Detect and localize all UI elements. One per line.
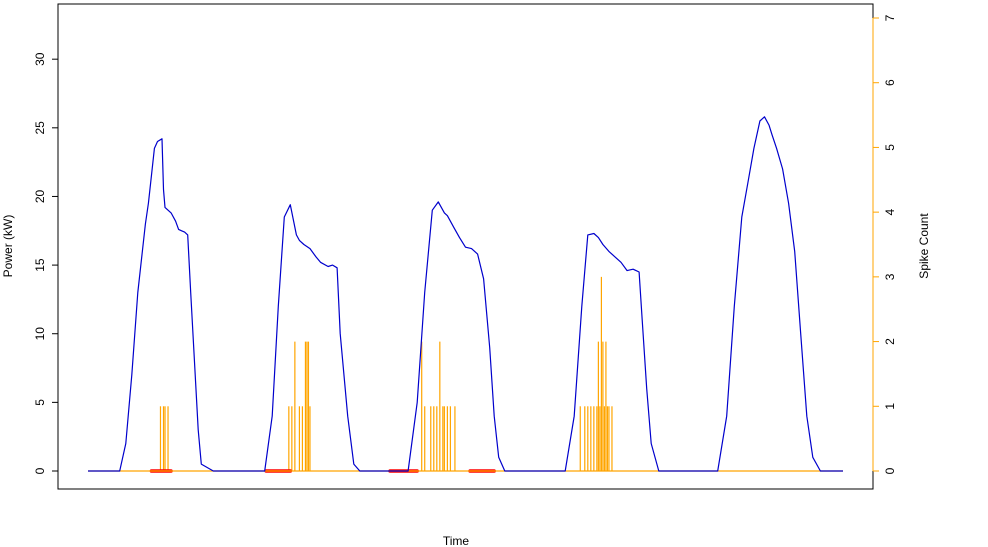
y-right-tick-label: 5 [883, 144, 897, 151]
y-left-tick-label: 25 [33, 121, 47, 135]
y-left-tick-label: 20 [33, 189, 47, 203]
y-axis-left-title: Power (kW) [1, 215, 15, 278]
y-right-tick-label: 7 [883, 14, 897, 21]
chart: 0 5 10 15 20 25 30 0 1 2 3 4 5 6 7 jul. 24jul. 26jul.… [1, 3, 931, 547]
y-axis-left: 0 5 10 15 20 25 30 [33, 52, 59, 474]
y-left-tick-label: 15 [33, 258, 47, 272]
y-axis-right: 0 1 2 3 4 5 6 7 [872, 14, 897, 474]
y-right-tick-label: 1 [883, 403, 897, 410]
power-series [88, 116, 843, 472]
x-axis-title: Time [443, 534, 470, 547]
y-left-tick-label: 10 [33, 327, 47, 341]
spike-count-series [159, 276, 613, 471]
y-left-tick-label: 0 [33, 467, 47, 474]
y-left-tick-label: 5 [33, 399, 47, 406]
y-right-tick-label: 2 [883, 338, 897, 345]
y-right-tick-label: 6 [883, 79, 897, 86]
x-axis: jul. 24jul. 26jul. 28 [239, 488, 843, 490]
y-right-tick-label: 0 [883, 467, 897, 474]
y-right-tick-label: 4 [883, 208, 897, 215]
power-line [88, 116, 843, 472]
y-axis-right-title: Spike Count [917, 213, 931, 279]
y-right-tick-label: 3 [883, 273, 897, 280]
y-left-tick-label: 30 [33, 52, 47, 66]
